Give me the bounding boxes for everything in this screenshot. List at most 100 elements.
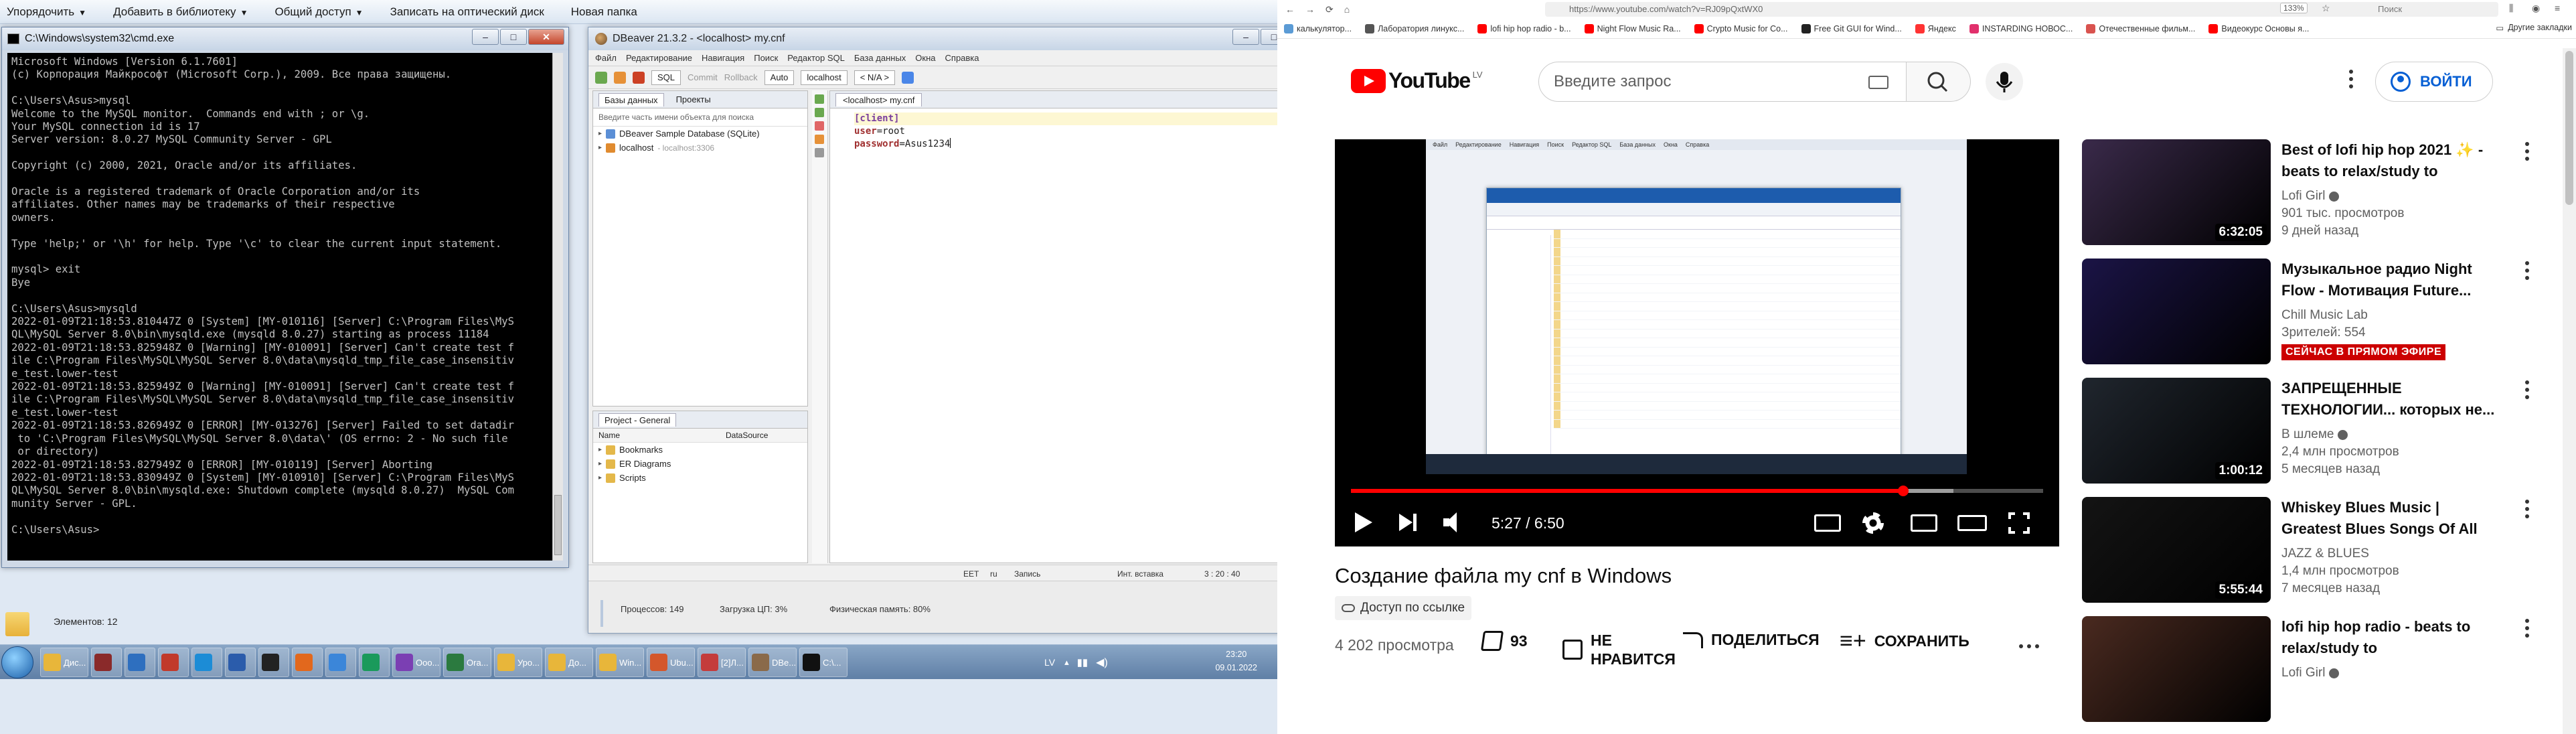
sql-button[interactable]: SQL xyxy=(651,70,681,85)
menu-item[interactable]: Редактор SQL xyxy=(787,53,845,63)
stop-icon[interactable] xyxy=(815,121,824,131)
cmd-scrollbar[interactable] xyxy=(552,53,563,561)
cmd-console-output[interactable]: Microsoft Windows [Version 6.1.7601] (c) … xyxy=(7,53,552,561)
video-thumbnail[interactable] xyxy=(2082,259,2271,364)
scrollbar-thumb[interactable] xyxy=(554,495,562,555)
taskbar-item[interactable]: C:\... xyxy=(799,648,848,677)
tray-arrow-icon[interactable]: ▴ xyxy=(1064,657,1069,668)
bookmark-item[interactable]: INSTARDING НОВОС... xyxy=(1969,23,2073,33)
bookmark-item[interactable]: калькулятор... xyxy=(1284,23,1352,33)
add-to-library-menu[interactable]: Добавить в библиотеку ▼ xyxy=(113,5,248,19)
bookmark-item[interactable]: Лаборатория линукс... xyxy=(1365,23,1464,33)
taskbar-item[interactable]: Дис... xyxy=(40,648,88,677)
organize-menu[interactable]: Упорядочить ▼ xyxy=(7,5,86,19)
recommendation-item[interactable]: lofi hip hop radio - beats to relax/stud… xyxy=(2082,616,2551,723)
run-icon[interactable] xyxy=(815,94,824,104)
active-connection-select[interactable]: localhost xyxy=(801,70,848,85)
start-button[interactable] xyxy=(1,646,33,678)
menu-item[interactable]: Справка xyxy=(945,53,979,63)
navigator-filter-input[interactable]: Введите часть имени объекта для поиска xyxy=(593,108,807,127)
menu-item[interactable]: Редактирование xyxy=(626,53,692,63)
back-icon[interactable]: ← xyxy=(1285,4,1295,15)
browser-search-input[interactable]: Поиск xyxy=(2358,2,2498,17)
recommendation-item[interactable]: 1:00:12 ЗАПРЕЩЕННЫЕ ТЕХНОЛОГИИ... которых… xyxy=(2082,378,2551,485)
run-script-icon[interactable] xyxy=(815,108,824,117)
bookmark-item[interactable]: Night Flow Music Ra... xyxy=(1584,23,1681,33)
taskbar-item[interactable]: DBe... xyxy=(748,648,797,677)
home-icon[interactable]: ⌂ xyxy=(1344,4,1350,15)
save-button[interactable]: ≡+ СОХРАНИТЬ xyxy=(1840,630,1969,652)
taskbar-item[interactable] xyxy=(191,648,222,677)
gear-icon[interactable] xyxy=(1862,512,1884,534)
recommendation-title[interactable]: Best of lofi hip hop 2021 ✨ - beats to r… xyxy=(2281,139,2502,182)
video-thumbnail[interactable]: 5:55:44 xyxy=(2082,497,2271,603)
project-item-er-diagrams[interactable]: ▸ ER Diagrams xyxy=(593,457,807,471)
account-icon[interactable]: ◉ xyxy=(2532,3,2540,14)
share-menu[interactable]: Общий доступ ▼ xyxy=(274,5,363,19)
scrollbar-thumb[interactable] xyxy=(2565,51,2573,205)
recommendation-title[interactable]: Whiskey Blues Music | Greatest Blues Son… xyxy=(2281,497,2502,540)
youtube-search-button[interactable] xyxy=(1907,62,1971,102)
youtube-logo[interactable]: YouTube LV xyxy=(1351,68,1483,93)
settings-more-icon[interactable] xyxy=(2348,70,2354,94)
project-item-scripts[interactable]: ▸ Scripts xyxy=(593,471,807,485)
more-options-icon[interactable] xyxy=(2524,500,2530,522)
library-icon[interactable]: ⫼ xyxy=(2509,3,2513,14)
tab-project-general[interactable]: Project - General xyxy=(598,413,677,427)
recommendation-title[interactable]: Музыкальное радио Night Flow - Мотивация… xyxy=(2281,259,2502,301)
other-bookmarks[interactable]: ▭ Другие закладки xyxy=(2496,23,2572,33)
schema-select[interactable]: < N/A > xyxy=(854,70,896,85)
format-icon[interactable] xyxy=(815,148,824,157)
more-options-icon[interactable] xyxy=(2524,142,2530,164)
new-connection-icon[interactable] xyxy=(595,71,607,84)
channel-name[interactable]: Chill Music Lab xyxy=(2281,308,2368,323)
disconnect-icon[interactable] xyxy=(633,71,645,84)
transaction-mode-select[interactable]: Auto xyxy=(764,70,795,85)
subtitles-icon[interactable] xyxy=(1814,514,1841,532)
taskbar-item[interactable] xyxy=(359,648,390,677)
video-player[interactable]: Файл Редактирование Навигация Поиск Редактор… xyxy=(1335,139,2059,546)
fullscreen-icon[interactable] xyxy=(2008,512,2030,534)
bookmark-item[interactable]: Видеокурс Основы я... xyxy=(2208,23,2309,33)
channel-name[interactable]: JAZZ & BLUES xyxy=(2281,546,2369,561)
taskbar-item[interactable]: Уро... xyxy=(494,648,542,677)
zoom-indicator[interactable]: 133% xyxy=(2280,3,2308,13)
taskbar-item[interactable] xyxy=(325,648,356,677)
maximize-button[interactable]: □ xyxy=(500,29,527,45)
tree-item-localhost[interactable]: ▸ localhost - localhost:3306 xyxy=(593,141,807,155)
play-icon[interactable] xyxy=(1355,512,1372,532)
plug-icon[interactable] xyxy=(614,71,626,84)
dislike-button[interactable]: НЕ НРАВИТСЯ xyxy=(1562,631,1676,668)
bookmark-item[interactable]: Яндекс xyxy=(1915,23,1956,33)
channel-name[interactable]: В шлеме xyxy=(2281,427,2348,442)
close-button[interactable]: ✕ xyxy=(528,29,564,45)
recommendation-item[interactable]: 6:32:05 Best of lofi hip hop 2021 ✨ - bea… xyxy=(2082,139,2551,246)
more-actions-icon[interactable] xyxy=(2019,636,2043,656)
taskbar-item[interactable] xyxy=(158,648,189,677)
scrubber-knob[interactable] xyxy=(1898,486,1909,496)
recommendation-title[interactable]: lofi hip hop radio - beats to relax/stud… xyxy=(2281,616,2502,659)
volume-icon[interactable]: ◀) xyxy=(1096,656,1108,669)
rollback-button[interactable]: Rollback xyxy=(724,72,758,82)
taskbar-item[interactable]: До... xyxy=(545,648,593,677)
taskbar-item[interactable]: Ubu... xyxy=(647,648,695,677)
more-options-icon[interactable] xyxy=(2524,619,2530,641)
minimize-button[interactable]: – xyxy=(472,29,499,45)
like-button[interactable]: 93 xyxy=(1480,631,1528,651)
signin-button[interactable]: ВОЙТИ xyxy=(2375,62,2493,102)
taskbar-item[interactable]: Ооо... xyxy=(392,648,440,677)
commit-button[interactable]: Commit xyxy=(688,72,718,82)
bookmark-item[interactable]: lofi hip hop radio - b... xyxy=(1477,23,1571,33)
tab-databases[interactable]: Базы данных xyxy=(598,92,664,106)
video-thumbnail[interactable] xyxy=(2082,616,2271,722)
expand-arrow-icon[interactable]: ▸ xyxy=(598,474,602,482)
clock[interactable]: 23:20 09.01.2022 xyxy=(1215,648,1257,674)
tree-item-sample-db[interactable]: ▸ DBeaver Sample Database (SQLite) xyxy=(593,127,807,141)
expand-arrow-icon[interactable]: ▸ xyxy=(598,144,602,151)
channel-name[interactable]: Lofi Girl xyxy=(2281,666,2340,680)
menu-item[interactable]: Поиск xyxy=(754,53,778,63)
expand-arrow-icon[interactable]: ▸ xyxy=(598,446,602,453)
network-icon[interactable]: ▮▮ xyxy=(1077,656,1089,668)
editor-content[interactable]: [client] user=root password=Asus1234 xyxy=(830,108,1277,151)
youtube-search-input[interactable]: Введите запрос xyxy=(1538,62,1907,102)
